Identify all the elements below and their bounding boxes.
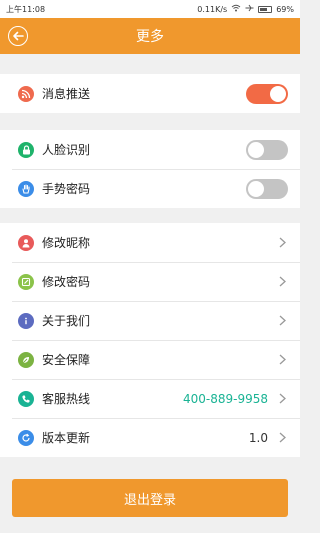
status-bar: 上午11:08 0.11K/s 69% (0, 0, 300, 18)
security-guarantee-row[interactable]: 安全保障 (0, 340, 300, 379)
back-button[interactable] (8, 26, 28, 46)
leaf-icon (18, 351, 34, 368)
gesture-password-label: 手势密码 (42, 182, 91, 196)
edit-password-row[interactable]: 修改密码 (0, 262, 300, 301)
chevron-right-icon (276, 315, 288, 327)
about-us-row[interactable]: 关于我们 (0, 301, 300, 340)
battery-icon (258, 5, 273, 13)
edit-nickname-label: 修改昵称 (42, 236, 91, 250)
logout-label: 退出登录 (123, 492, 176, 508)
push-notification-toggle[interactable] (246, 83, 288, 104)
about-us-label: 关于我们 (42, 314, 91, 328)
hotline-number: 400-889-9958 (182, 391, 268, 406)
battery-level: 69% (276, 4, 294, 14)
face-recognition-row: 人脸识别 (0, 130, 300, 169)
security-toggle-group: 人脸识别 手势密码 (0, 130, 300, 208)
edit-password-label: 修改密码 (42, 275, 91, 289)
status-indicators: 0.11K/s 69% (197, 4, 294, 14)
logout-button[interactable]: 退出登录 (12, 479, 288, 517)
more-options-group: 修改昵称 修改密码 关于我们 安全保障 客服热线 400-889-9958 版本… (0, 223, 300, 457)
network-speed: 0.11K/s (197, 4, 228, 14)
app-header: 更多 (0, 18, 300, 54)
version-update-label: 版本更新 (42, 431, 91, 445)
chevron-right-icon (276, 276, 288, 288)
chevron-right-icon (276, 432, 288, 444)
face-recognition-label: 人脸识别 (42, 143, 91, 157)
push-notification-label: 消息推送 (42, 87, 91, 101)
customer-hotline-row[interactable]: 客服热线 400-889-9958 (0, 379, 300, 418)
version-update-row[interactable]: 版本更新 1.0 (0, 418, 300, 457)
push-notification-row: 消息推送 (0, 74, 300, 113)
chevron-right-icon (276, 237, 288, 249)
edit-nickname-row[interactable]: 修改昵称 (0, 223, 300, 262)
rss-icon (18, 85, 34, 102)
page-title: 更多 (136, 29, 164, 45)
arrow-left-icon (13, 31, 24, 41)
gesture-password-toggle[interactable] (246, 178, 288, 199)
push-settings-group: 消息推送 (0, 74, 300, 113)
person-icon (18, 234, 34, 251)
version-number: 1.0 (248, 430, 268, 445)
hand-icon (18, 180, 34, 197)
refresh-icon (18, 429, 34, 446)
status-time: 上午11:08 (6, 4, 46, 14)
gesture-password-row: 手势密码 (0, 169, 300, 208)
airplane-icon (245, 4, 254, 14)
customer-hotline-label: 客服热线 (42, 392, 91, 406)
phone-icon (18, 390, 34, 407)
face-recognition-toggle[interactable] (246, 139, 288, 160)
info-icon (18, 312, 34, 329)
security-guarantee-label: 安全保障 (42, 353, 91, 367)
edit-icon (18, 273, 34, 290)
toggle-knob (270, 85, 286, 102)
toggle-knob (248, 141, 264, 158)
chevron-right-icon (276, 354, 288, 366)
toggle-knob (248, 180, 264, 197)
chevron-right-icon (276, 393, 288, 405)
wifi-icon (231, 4, 241, 14)
lock-icon (18, 141, 34, 158)
